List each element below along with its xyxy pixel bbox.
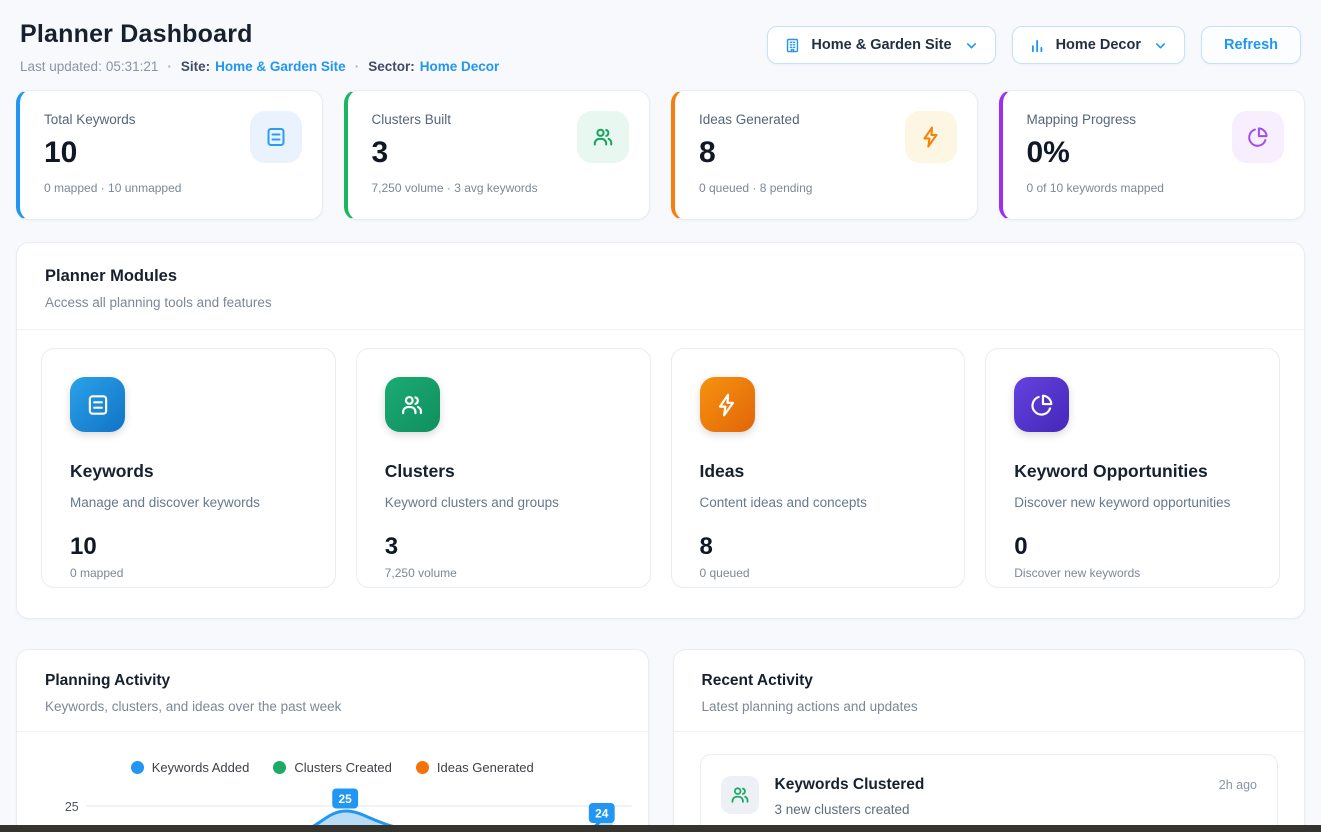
site-selector-button[interactable]: Home & Garden Site <box>767 26 995 64</box>
recent-activity-title: Recent Activity <box>702 672 1277 690</box>
document-icon <box>250 111 302 163</box>
point-label-badge: 25 <box>332 789 358 809</box>
planning-activity-card: Planning Activity Keywords, clusters, an… <box>16 649 649 832</box>
sector-selector-button[interactable]: Home Decor <box>1012 26 1185 64</box>
activity-list: Keywords Clustered 3 new clusters create… <box>674 732 1305 832</box>
stat-sub: 0 of 10 keywords mapped <box>1027 181 1281 195</box>
stat-card-mapping-progress: Mapping Progress 0% 0 of 10 keywords map… <box>999 90 1306 220</box>
y-axis-tick: 25 <box>65 800 79 814</box>
legend-label: Clusters Created <box>294 760 392 775</box>
users-icon <box>721 776 759 814</box>
module-description: Discover new keyword opportunities <box>1014 495 1251 510</box>
planning-activity-subtitle: Keywords, clusters, and ideas over the p… <box>45 699 620 714</box>
module-sub: 0 mapped <box>70 566 307 580</box>
stat-card-clusters-built: Clusters Built 3 7,250 volume · 3 avg ke… <box>344 90 651 220</box>
header-left: Planner Dashboard Last updated: 05:31:21… <box>20 20 499 74</box>
bar-chart-icon <box>1029 37 1046 54</box>
sector-selector-label: Home Decor <box>1056 37 1141 53</box>
planning-activity-header: Planning Activity Keywords, clusters, an… <box>17 650 648 732</box>
module-card-clusters[interactable]: Clusters Keyword clusters and groups 3 7… <box>356 348 651 588</box>
recent-activity-card: Recent Activity Latest planning actions … <box>673 649 1306 832</box>
point-label-badge: 24 <box>589 803 615 823</box>
module-sub: Discover new keywords <box>1014 566 1251 580</box>
refresh-button[interactable]: Refresh <box>1201 26 1301 64</box>
recent-activity-header: Recent Activity Latest planning actions … <box>674 650 1305 732</box>
site-label: Site: <box>181 59 210 74</box>
module-card-keywords[interactable]: Keywords Manage and discover keywords 10… <box>41 348 336 588</box>
module-value: 10 <box>70 533 307 561</box>
planner-dashboard-page: Planner Dashboard Last updated: 05:31:21… <box>0 0 1321 832</box>
module-title: Clusters <box>385 461 622 482</box>
users-icon <box>385 377 440 432</box>
chevron-down-icon <box>964 38 979 53</box>
module-value: 8 <box>700 533 937 561</box>
panel-subtitle: Access all planning tools and features <box>45 295 1276 310</box>
bolt-icon <box>700 377 755 432</box>
module-description: Content ideas and concepts <box>700 495 937 510</box>
stats-row: Total Keywords 10 0 mapped · 10 unmapped… <box>16 90 1305 220</box>
activity-time: 2h ago <box>1219 778 1257 792</box>
module-value: 3 <box>385 533 622 561</box>
activity-description: 3 new clusters created <box>775 802 1203 817</box>
page-header: Planner Dashboard Last updated: 05:31:21… <box>16 20 1305 74</box>
planning-activity-title: Planning Activity <box>45 672 620 690</box>
legend-label: Keywords Added <box>152 760 250 775</box>
users-icon <box>577 111 629 163</box>
module-title: Ideas <box>700 461 937 482</box>
page-title: Planner Dashboard <box>20 20 499 49</box>
chart-legend: Keywords Added Clusters Created Ideas Ge… <box>17 760 648 775</box>
last-updated-value: 05:31:21 <box>106 59 159 74</box>
module-card-ideas[interactable]: Ideas Content ideas and concepts 8 0 que… <box>671 348 966 588</box>
screen-edge-strip <box>0 825 1321 832</box>
sector-label: Sector: <box>368 59 415 74</box>
stat-card-total-keywords: Total Keywords 10 0 mapped · 10 unmapped <box>16 90 323 220</box>
bottom-row: Planning Activity Keywords, clusters, an… <box>16 649 1305 832</box>
stat-sub: 7,250 volume · 3 avg keywords <box>372 181 626 195</box>
legend-item-clusters-created[interactable]: Clusters Created <box>273 760 392 775</box>
legend-item-keywords-added[interactable]: Keywords Added <box>131 760 250 775</box>
header-actions: Home & Garden Site Home Decor Refresh <box>767 26 1301 64</box>
pie-chart-icon <box>1014 377 1069 432</box>
pie-chart-icon <box>1232 111 1284 163</box>
module-title: Keywords <box>70 461 307 482</box>
panel-header: Planner Modules Access all planning tool… <box>17 243 1304 330</box>
site-link[interactable]: Home & Garden Site <box>215 59 346 74</box>
recent-activity-subtitle: Latest planning actions and updates <box>702 699 1277 714</box>
activity-item: Keywords Clustered 3 new clusters create… <box>700 754 1279 832</box>
module-card-keyword-opportunities[interactable]: Keyword Opportunities Discover new keywo… <box>985 348 1280 588</box>
stat-card-ideas-generated: Ideas Generated 8 0 queued · 8 pending <box>671 90 978 220</box>
activity-body: Keywords Clustered 3 new clusters create… <box>775 773 1203 817</box>
module-value: 0 <box>1014 533 1251 561</box>
sector-link[interactable]: Home Decor <box>420 59 500 74</box>
stat-sub: 0 queued · 8 pending <box>699 181 953 195</box>
bolt-icon <box>905 111 957 163</box>
svg-text:25: 25 <box>339 792 353 806</box>
header-meta: Last updated: 05:31:21 · Site: Home & Ga… <box>20 59 499 74</box>
site-selector-label: Home & Garden Site <box>811 37 951 53</box>
module-title: Keyword Opportunities <box>1014 461 1251 482</box>
module-sub: 0 queued <box>700 566 937 580</box>
separator: · <box>355 59 360 74</box>
stat-sub: 0 mapped · 10 unmapped <box>44 181 298 195</box>
legend-dot <box>273 761 286 774</box>
legend-item-ideas-generated[interactable]: Ideas Generated <box>416 760 534 775</box>
panel-title: Planner Modules <box>45 267 1276 286</box>
legend-dot <box>131 761 144 774</box>
separator: · <box>167 59 172 74</box>
building-icon <box>784 37 801 54</box>
legend-dot <box>416 761 429 774</box>
activity-chart: 25 25 24 <box>17 787 648 829</box>
modules-grid: Keywords Manage and discover keywords 10… <box>17 330 1304 618</box>
activity-title: Keywords Clustered <box>775 776 1203 794</box>
svg-text:24: 24 <box>595 806 609 820</box>
last-updated-label: Last updated: <box>20 59 102 74</box>
module-description: Keyword clusters and groups <box>385 495 622 510</box>
document-icon <box>70 377 125 432</box>
module-description: Manage and discover keywords <box>70 495 307 510</box>
planner-modules-panel: Planner Modules Access all planning tool… <box>16 242 1305 619</box>
legend-label: Ideas Generated <box>437 760 534 775</box>
chevron-down-icon <box>1153 38 1168 53</box>
module-sub: 7,250 volume <box>385 566 622 580</box>
